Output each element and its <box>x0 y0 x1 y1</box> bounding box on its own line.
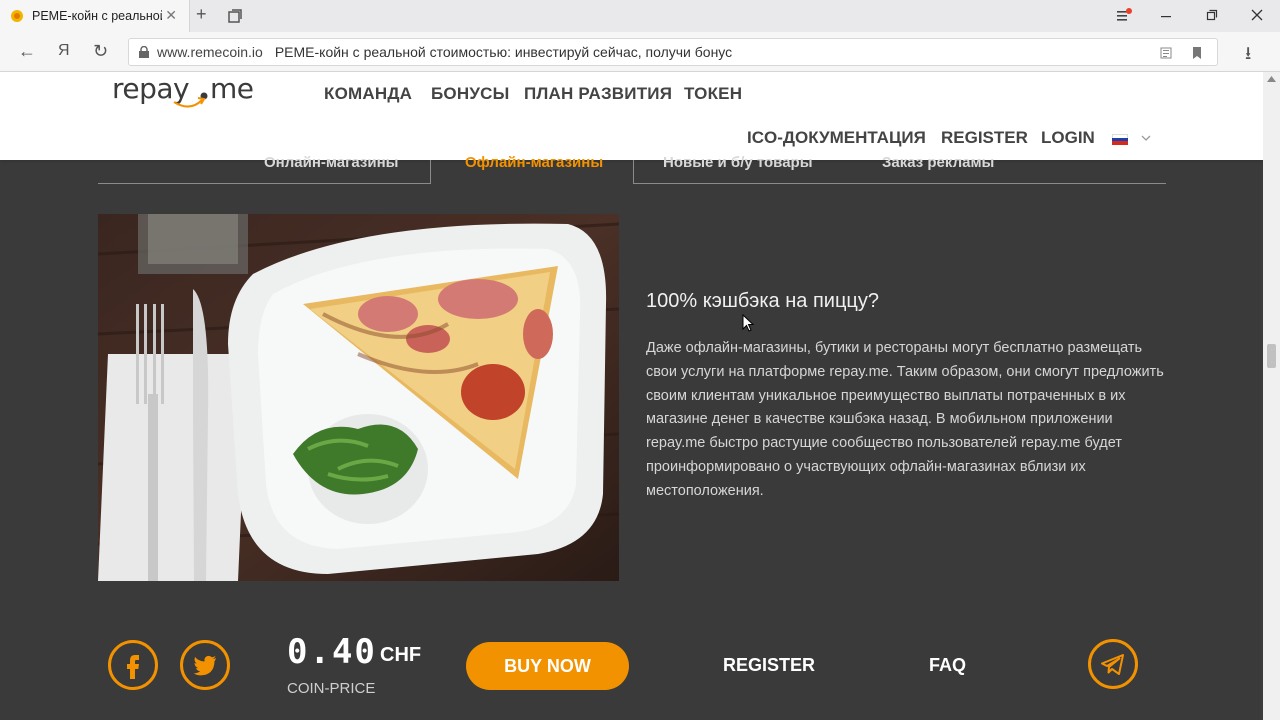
lock-icon <box>139 46 149 58</box>
menu-bonuses[interactable]: БОНУСЫ <box>431 84 509 104</box>
tab-divider <box>430 160 431 184</box>
tab-title: РЕМЕ-койн с реальной <box>32 9 162 23</box>
coin-price-value: 0.40 <box>287 632 377 672</box>
content-title: 100% кэшбэка на пиццу? <box>646 290 879 312</box>
svg-text:me: me <box>210 72 254 105</box>
restore-icon[interactable] <box>1206 9 1218 21</box>
facebook-icon <box>127 655 139 679</box>
menu-register[interactable]: REGISTER <box>941 128 1028 148</box>
language-chevron-down-icon[interactable] <box>1140 132 1152 144</box>
tab-offline-shops[interactable]: Офлайн-магазины <box>465 154 603 171</box>
mouse-cursor-icon <box>742 314 754 332</box>
page-scrollbar[interactable] <box>1263 72 1280 720</box>
facebook-button[interactable] <box>108 640 158 690</box>
telegram-button[interactable] <box>1088 639 1138 689</box>
download-icon[interactable]: ⭳ <box>1245 41 1251 71</box>
reload-icon[interactable]: ↻ <box>93 41 108 62</box>
site-header: repay me КОМАНДА БОНУСЫ ПЛАН РАЗВИТИЯ ТО… <box>0 72 1280 160</box>
site-logo[interactable]: repay me <box>112 72 262 120</box>
repay-logo-icon: repay me <box>112 72 254 108</box>
svg-text:repay: repay <box>112 72 189 105</box>
footer-register-link[interactable]: REGISTER <box>723 655 815 676</box>
tab-collections-icon[interactable] <box>227 8 243 24</box>
russian-flag-icon[interactable] <box>1112 134 1128 145</box>
address-bar: ← Я ↻ www.remecoin.io РЕМЕ-койн с реальн… <box>0 32 1280 72</box>
footer-faq-link[interactable]: FAQ <box>929 655 966 676</box>
site-favicon-icon <box>11 10 23 22</box>
coin-currency: CHF <box>380 644 422 666</box>
tab-new-used-goods[interactable]: Новые и б/у товары <box>663 154 813 171</box>
browser-menu-icon[interactable] <box>1116 8 1132 22</box>
pizza-plate-image <box>98 214 619 581</box>
menu-roadmap[interactable]: ПЛАН РАЗВИТИЯ <box>524 84 672 104</box>
tab-divider <box>633 160 634 184</box>
reader-mode-icon[interactable] <box>1159 46 1173 60</box>
twitter-button[interactable] <box>180 640 230 690</box>
scroll-up-icon[interactable] <box>1267 76 1276 82</box>
browser-tab[interactable]: РЕМЕ-койн с реальной ✕ <box>0 0 190 32</box>
category-tabs: Онлайн-магазины Офлайн-магазины Новые и … <box>98 154 1166 184</box>
close-window-icon[interactable] <box>1251 9 1263 21</box>
tab-underline <box>633 183 1166 184</box>
buy-now-button[interactable]: BUY NOW <box>466 642 629 690</box>
yandex-icon[interactable]: Я <box>58 42 70 60</box>
coin-price-label: COIN-PRICE <box>287 680 376 697</box>
minimize-icon[interactable] <box>1160 10 1172 22</box>
tab-underline <box>98 183 430 184</box>
pizza-photo <box>98 214 619 581</box>
bookmark-icon[interactable] <box>1191 46 1203 60</box>
menu-login[interactable]: LOGIN <box>1041 128 1095 148</box>
back-icon[interactable]: ← <box>18 41 36 62</box>
url-page-title: РЕМЕ-койн с реальной стоимостью: инвести… <box>274 44 733 60</box>
new-tab-icon[interactable]: + <box>196 4 207 25</box>
url-field[interactable]: www.remecoin.io РЕМЕ-койн с реальной сто… <box>128 38 1218 66</box>
tab-advertising[interactable]: Заказ рекламы <box>882 154 994 171</box>
tab-online-shops[interactable]: Онлайн-магазины <box>264 154 398 171</box>
tab-close-icon[interactable]: ✕ <box>165 7 177 24</box>
menu-team[interactable]: КОМАНДА <box>324 84 412 104</box>
browser-tabbar: РЕМЕ-койн с реальной ✕ + <box>0 0 1280 32</box>
menu-ico-docs[interactable]: ICO-ДОКУМЕНТАЦИЯ <box>747 128 926 148</box>
telegram-icon <box>1101 654 1124 675</box>
menu-token[interactable]: ТОКЕН <box>684 84 742 104</box>
twitter-icon <box>193 655 216 676</box>
url-domain: www.remecoin.io <box>157 44 263 60</box>
content-body: Даже офлайн-магазины, бутики и рестораны… <box>646 340 1164 499</box>
scroll-thumb[interactable] <box>1267 344 1276 368</box>
